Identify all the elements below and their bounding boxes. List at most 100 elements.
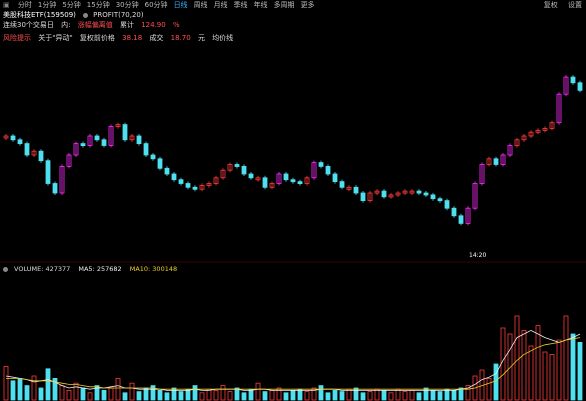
volume-bar	[500, 327, 506, 401]
volume-bar	[339, 391, 345, 401]
info2-a: 连续30个交易日	[3, 21, 54, 29]
volume-bar	[535, 325, 541, 401]
volume-bar	[507, 333, 513, 401]
info2-b: 内:	[61, 21, 71, 29]
volume-bar	[395, 388, 401, 401]
candle-body	[318, 162, 324, 167]
candle-body	[570, 76, 576, 84]
candle-body	[458, 215, 464, 224]
candle-body	[241, 165, 247, 175]
candle-body	[297, 181, 303, 185]
candle-body	[171, 173, 177, 181]
period-tab[interactable]: 月线	[211, 0, 231, 11]
volume-bar	[528, 345, 534, 401]
volume-value: VOLUME: 427377	[14, 265, 71, 273]
volume-bar	[297, 388, 303, 401]
chart-canvas[interactable]	[0, 0, 586, 401]
volume-bar	[521, 329, 527, 401]
volume-bar	[31, 375, 37, 401]
volume-bar	[570, 333, 576, 401]
volume-bar	[73, 382, 79, 401]
candle-body	[45, 160, 51, 184]
candle-body	[339, 181, 345, 188]
volume-bar	[353, 387, 359, 401]
volume-bar	[164, 392, 170, 401]
candle-body	[178, 179, 184, 184]
volume-bar	[80, 387, 86, 401]
volume-bar	[38, 387, 44, 401]
info-line-3: 风险提示 关于"异动" 复权前价格 38.18 成交 18.70 元 均价线	[3, 33, 238, 44]
volume-bar	[178, 391, 184, 401]
info3-f: 18.70	[170, 34, 191, 42]
volume-bar	[388, 392, 394, 401]
candle-body	[290, 179, 296, 183]
candle-body	[325, 165, 331, 175]
candle-body	[430, 194, 436, 200]
indicator-dot-icon	[83, 12, 89, 18]
candle-body	[353, 186, 359, 194]
period-tab[interactable]: 多周期	[271, 0, 298, 11]
volume-bar	[24, 385, 30, 401]
volume-bar	[227, 391, 233, 401]
candle-body	[17, 139, 23, 145]
candle-body	[94, 135, 100, 141]
volume-bar	[241, 392, 247, 401]
candle-body	[157, 158, 163, 169]
period-tab[interactable]: 日线	[171, 0, 191, 11]
volume-bar	[283, 392, 289, 401]
period-tab[interactable]: 周线	[191, 0, 211, 11]
volume-bar	[101, 389, 107, 401]
volume-bar	[486, 377, 492, 401]
toolbar-right: 复权 设置	[536, 0, 582, 11]
period-tab[interactable]: 季线	[231, 0, 251, 11]
volume-bar	[262, 391, 268, 401]
volume-bar	[213, 389, 219, 401]
ma10-value: MA10: 300148	[129, 265, 178, 273]
candle-body	[262, 177, 268, 188]
volume-bar	[549, 353, 555, 401]
candle-body	[185, 183, 191, 188]
volume-bar	[59, 385, 65, 401]
volume-bar	[367, 391, 373, 401]
volume-bar	[185, 388, 191, 401]
volume-bar	[206, 388, 212, 401]
candle-body	[381, 190, 387, 198]
info2-e: 124.90	[141, 21, 166, 29]
adjust-button[interactable]: 复权	[544, 1, 558, 9]
volume-bar	[199, 392, 205, 401]
volume-bar	[255, 382, 261, 401]
candle-body	[416, 190, 422, 194]
candle-body	[360, 192, 366, 201]
volume-bar	[129, 382, 135, 401]
volume-bar	[563, 315, 569, 401]
info3-d: 38.18	[122, 34, 143, 42]
candle-body	[577, 82, 583, 91]
candle-body	[24, 143, 30, 156]
info3-a: 风险提示	[3, 34, 31, 42]
candle-body	[52, 183, 58, 194]
volume-bar	[430, 389, 436, 401]
volume-bar	[87, 392, 93, 401]
volume-bar	[10, 380, 16, 401]
candle-body	[283, 173, 289, 181]
volume-bar	[136, 391, 142, 401]
volume-bar	[192, 385, 198, 401]
volume-bar	[157, 389, 163, 401]
candle-body	[122, 124, 128, 141]
period-tab[interactable]: 更多	[298, 0, 318, 11]
volume-bar	[318, 385, 324, 401]
volume-dot-icon	[3, 266, 8, 272]
info3-h[interactable]: 均价线	[212, 34, 233, 42]
period-tab[interactable]: 年线	[251, 0, 271, 11]
candle-body	[423, 192, 429, 196]
volume-bar	[248, 388, 254, 401]
candle-body	[248, 173, 254, 179]
settings-button[interactable]: 设置	[568, 1, 582, 9]
instrument-name: 美股科技ETF(159509)	[3, 11, 76, 19]
ma5-value: MA5: 257682	[78, 265, 122, 273]
volume-bar	[143, 387, 149, 401]
volume-bar	[17, 377, 23, 401]
volume-bar	[577, 341, 583, 401]
volume-legend: VOLUME: 427377 MA5: 257682 MA10: 300148	[3, 265, 183, 273]
volume-bar	[346, 388, 352, 401]
